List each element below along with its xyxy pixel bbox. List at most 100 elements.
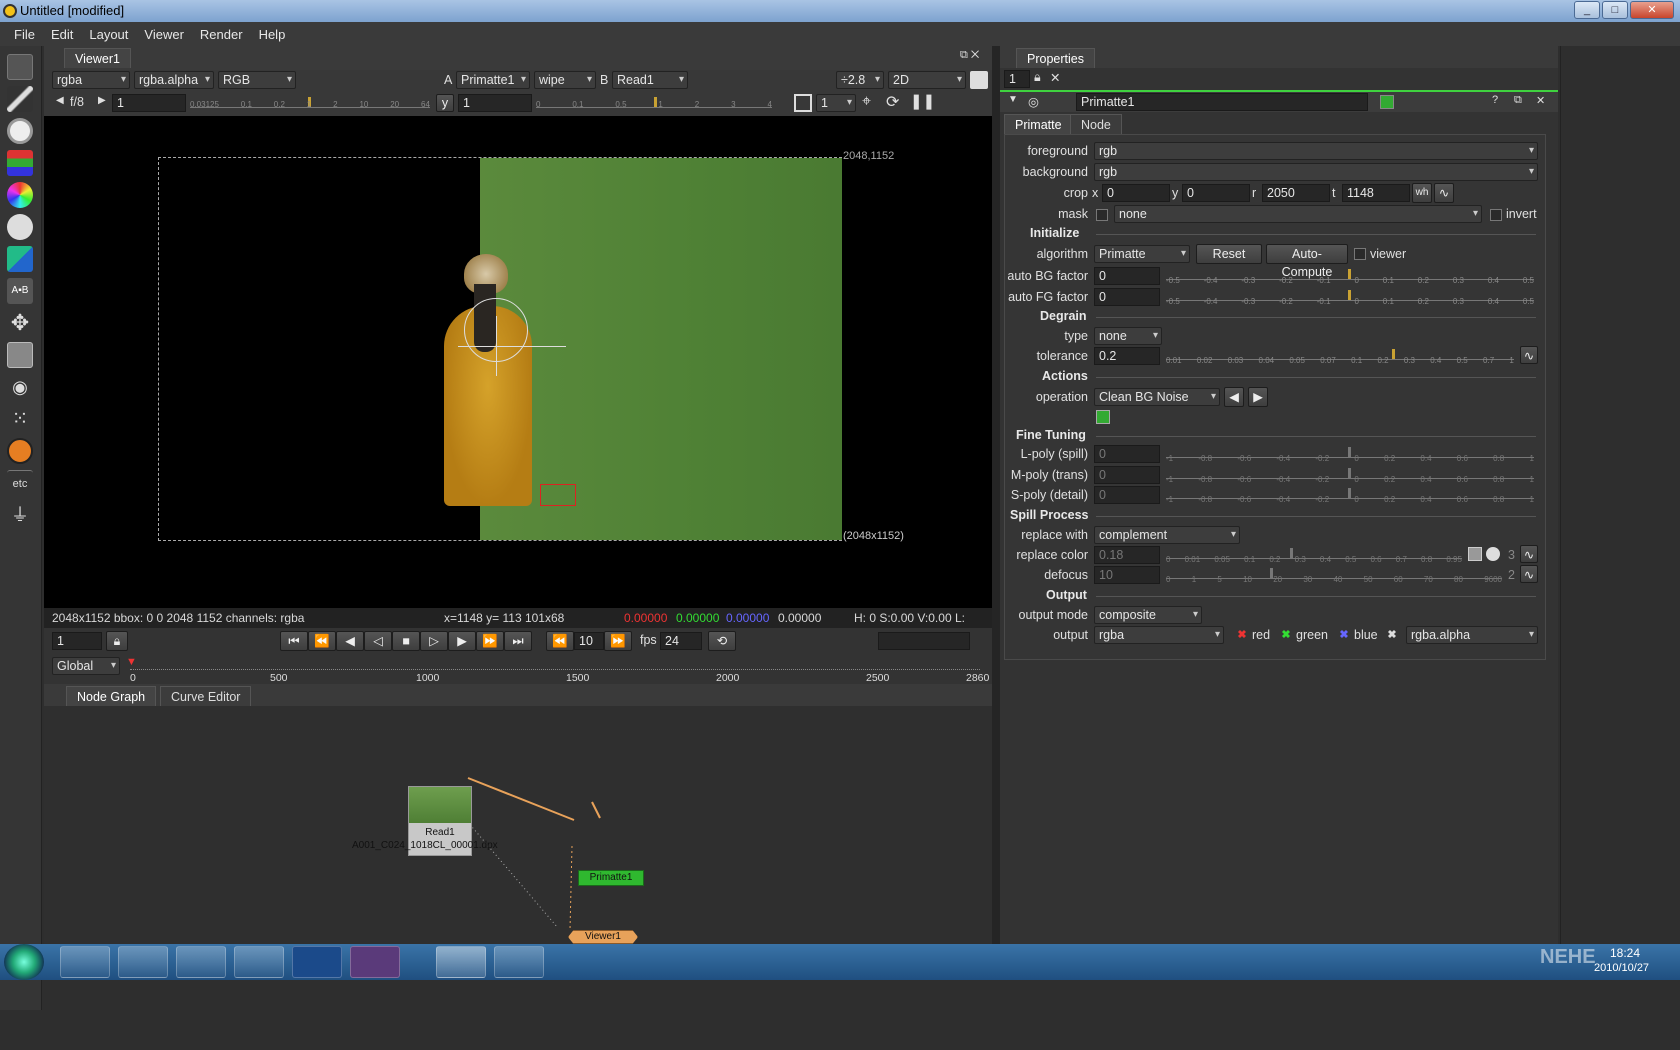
viewer-canvas[interactable]: 2048,1152 (2048x1152)	[44, 116, 992, 608]
max-panels-field[interactable]: 1	[1004, 70, 1030, 88]
clock-time[interactable]: 18:24	[1610, 946, 1640, 960]
stop-button[interactable]: ■	[392, 631, 420, 651]
fstop-prev-icon[interactable]: ◀	[56, 95, 64, 106]
tab-properties[interactable]: Properties	[1016, 48, 1095, 68]
media-player-icon[interactable]	[60, 946, 110, 978]
zoom-select[interactable]: ÷2.8	[836, 71, 884, 89]
mask-checkbox[interactable]	[1096, 209, 1108, 221]
fps-field[interactable]: 24	[660, 632, 702, 650]
view-node-icon[interactable]: ◎	[1028, 94, 1039, 109]
channels-select[interactable]: rgba	[52, 71, 130, 89]
playhead-icon[interactable]: ▼	[126, 656, 137, 668]
timeline-ruler[interactable]	[130, 664, 980, 670]
green-checkbox[interactable]: ✖	[1280, 630, 1292, 642]
merge-tool-icon[interactable]: A▪B	[7, 278, 33, 304]
prev-frame-button[interactable]: ◀	[336, 631, 364, 651]
clock-date[interactable]: 2010/10/27	[1594, 962, 1649, 974]
replace-color-curve-icon[interactable]: ∿	[1520, 545, 1538, 563]
float-panel-icon[interactable]: ⧉ ✕	[960, 49, 979, 62]
timeline-scrub-field[interactable]	[878, 632, 970, 650]
frame-field[interactable]: 1	[52, 632, 102, 650]
collapse-icon[interactable]: ▼	[1008, 94, 1018, 105]
last-frame-button[interactable]: ⏭	[504, 631, 532, 651]
lock-icon[interactable]: 🔒︎	[106, 631, 128, 651]
crop-curve-icon[interactable]: ∿	[1434, 183, 1454, 203]
mpoly-field[interactable]: 0	[1094, 466, 1160, 484]
menu-help[interactable]: Help	[251, 27, 294, 42]
image-tool-icon[interactable]	[7, 54, 33, 80]
float-node-icon[interactable]: ⧉	[1514, 94, 1522, 107]
node-name-field[interactable]: Primatte1	[1076, 93, 1368, 111]
tab-viewer1[interactable]: Viewer1	[64, 48, 131, 68]
3d-tool-icon[interactable]	[7, 342, 33, 368]
foreground-select[interactable]: rgb	[1094, 142, 1538, 160]
tolerance-field[interactable]: 0.2	[1094, 347, 1160, 365]
keyer-tool-icon[interactable]	[7, 246, 33, 272]
camera-icon[interactable]	[970, 71, 988, 89]
tab-primatte[interactable]: Primatte	[1004, 114, 1073, 134]
operation-prev-button[interactable]: ◀	[1224, 387, 1244, 407]
filter-tool-icon[interactable]	[7, 214, 33, 240]
explorer-icon[interactable]	[234, 946, 284, 978]
sample-box[interactable]	[540, 484, 576, 506]
fstop-value[interactable]: f/8	[70, 95, 84, 109]
defocus-count[interactable]: 2	[1508, 568, 1515, 582]
defocus-curve-icon[interactable]: ∿	[1520, 565, 1538, 583]
tolerance-curve-icon[interactable]: ∿	[1520, 346, 1538, 364]
roi-icon[interactable]	[794, 94, 812, 112]
gamma-y-button[interactable]: y	[436, 94, 454, 112]
primatte1-node[interactable]: Primatte1	[578, 870, 644, 886]
menu-file[interactable]: File	[6, 27, 43, 42]
color-tool-icon[interactable]	[7, 182, 33, 208]
photoshop-icon[interactable]	[292, 946, 342, 978]
crop-x-field[interactable]: 0	[1102, 184, 1170, 202]
close-node-icon[interactable]: ✕	[1536, 94, 1545, 107]
crop-r-field[interactable]: 2050	[1262, 184, 1330, 202]
viewer1-node[interactable]: Viewer1	[568, 930, 638, 944]
viewer-checkbox[interactable]	[1354, 248, 1366, 260]
replace-color-field[interactable]: 0.18	[1094, 546, 1160, 564]
replace-with-select[interactable]: complement	[1094, 526, 1240, 544]
blue-checkbox[interactable]: ✖	[1338, 630, 1350, 642]
b-input-select[interactable]: Read1	[612, 71, 688, 89]
crop-t-field[interactable]: 1148	[1342, 184, 1410, 202]
view-mode-select[interactable]: 2D	[888, 71, 966, 89]
menu-edit[interactable]: Edit	[43, 27, 81, 42]
wipe-select[interactable]: wipe	[534, 71, 596, 89]
nuke-taskbar-icon[interactable]	[436, 946, 486, 978]
colorspace-select[interactable]: RGB	[218, 71, 296, 89]
first-frame-button[interactable]: ⏮	[280, 631, 308, 651]
menu-layout[interactable]: Layout	[81, 27, 136, 42]
prev-key-button[interactable]: ⏪	[308, 631, 336, 651]
channel-tool-icon[interactable]	[7, 150, 33, 176]
output-alpha-select[interactable]: rgba.alpha	[1406, 626, 1538, 644]
a-input-select[interactable]: Primatte1	[456, 71, 530, 89]
auto-bg-field[interactable]: 0	[1094, 267, 1160, 285]
degrain-type-select[interactable]: none	[1094, 327, 1162, 345]
crop-wh-button[interactable]: wh	[1412, 183, 1432, 203]
next-key-button[interactable]: ⏩	[476, 631, 504, 651]
plugin-tool-icon[interactable]: ⏚	[7, 502, 33, 528]
step-back-button[interactable]: ⏪	[546, 631, 574, 651]
panel-splitter[interactable]	[992, 46, 1000, 944]
start-button[interactable]	[4, 944, 44, 980]
fstop-next-icon[interactable]: ▶	[98, 95, 106, 106]
time-tool-icon[interactable]	[7, 118, 33, 144]
help-icon[interactable]: ?	[1492, 94, 1498, 106]
algorithm-select[interactable]: Primatte	[1094, 245, 1190, 263]
operation-select[interactable]: Clean BG Noise	[1094, 388, 1220, 406]
output-channels-select[interactable]: rgba	[1094, 626, 1224, 644]
draw-tool-icon[interactable]	[7, 86, 33, 112]
close-window-button[interactable]: ✕	[1630, 1, 1674, 19]
ie-icon[interactable]	[118, 946, 168, 978]
other-tool-icon[interactable]: etc	[7, 470, 33, 496]
minimize-button[interactable]: _	[1574, 1, 1600, 19]
replace-color-swatch[interactable]	[1468, 547, 1482, 561]
tab-node-graph[interactable]: Node Graph	[66, 686, 157, 706]
maximize-button[interactable]: □	[1602, 1, 1628, 19]
gain-field[interactable]: 1	[112, 94, 186, 112]
auto-fg-field[interactable]: 0	[1094, 288, 1160, 306]
gamma-field[interactable]: 1	[458, 94, 532, 112]
loop-icon[interactable]: ⟲	[708, 631, 736, 651]
spoly-field[interactable]: 0	[1094, 486, 1160, 504]
